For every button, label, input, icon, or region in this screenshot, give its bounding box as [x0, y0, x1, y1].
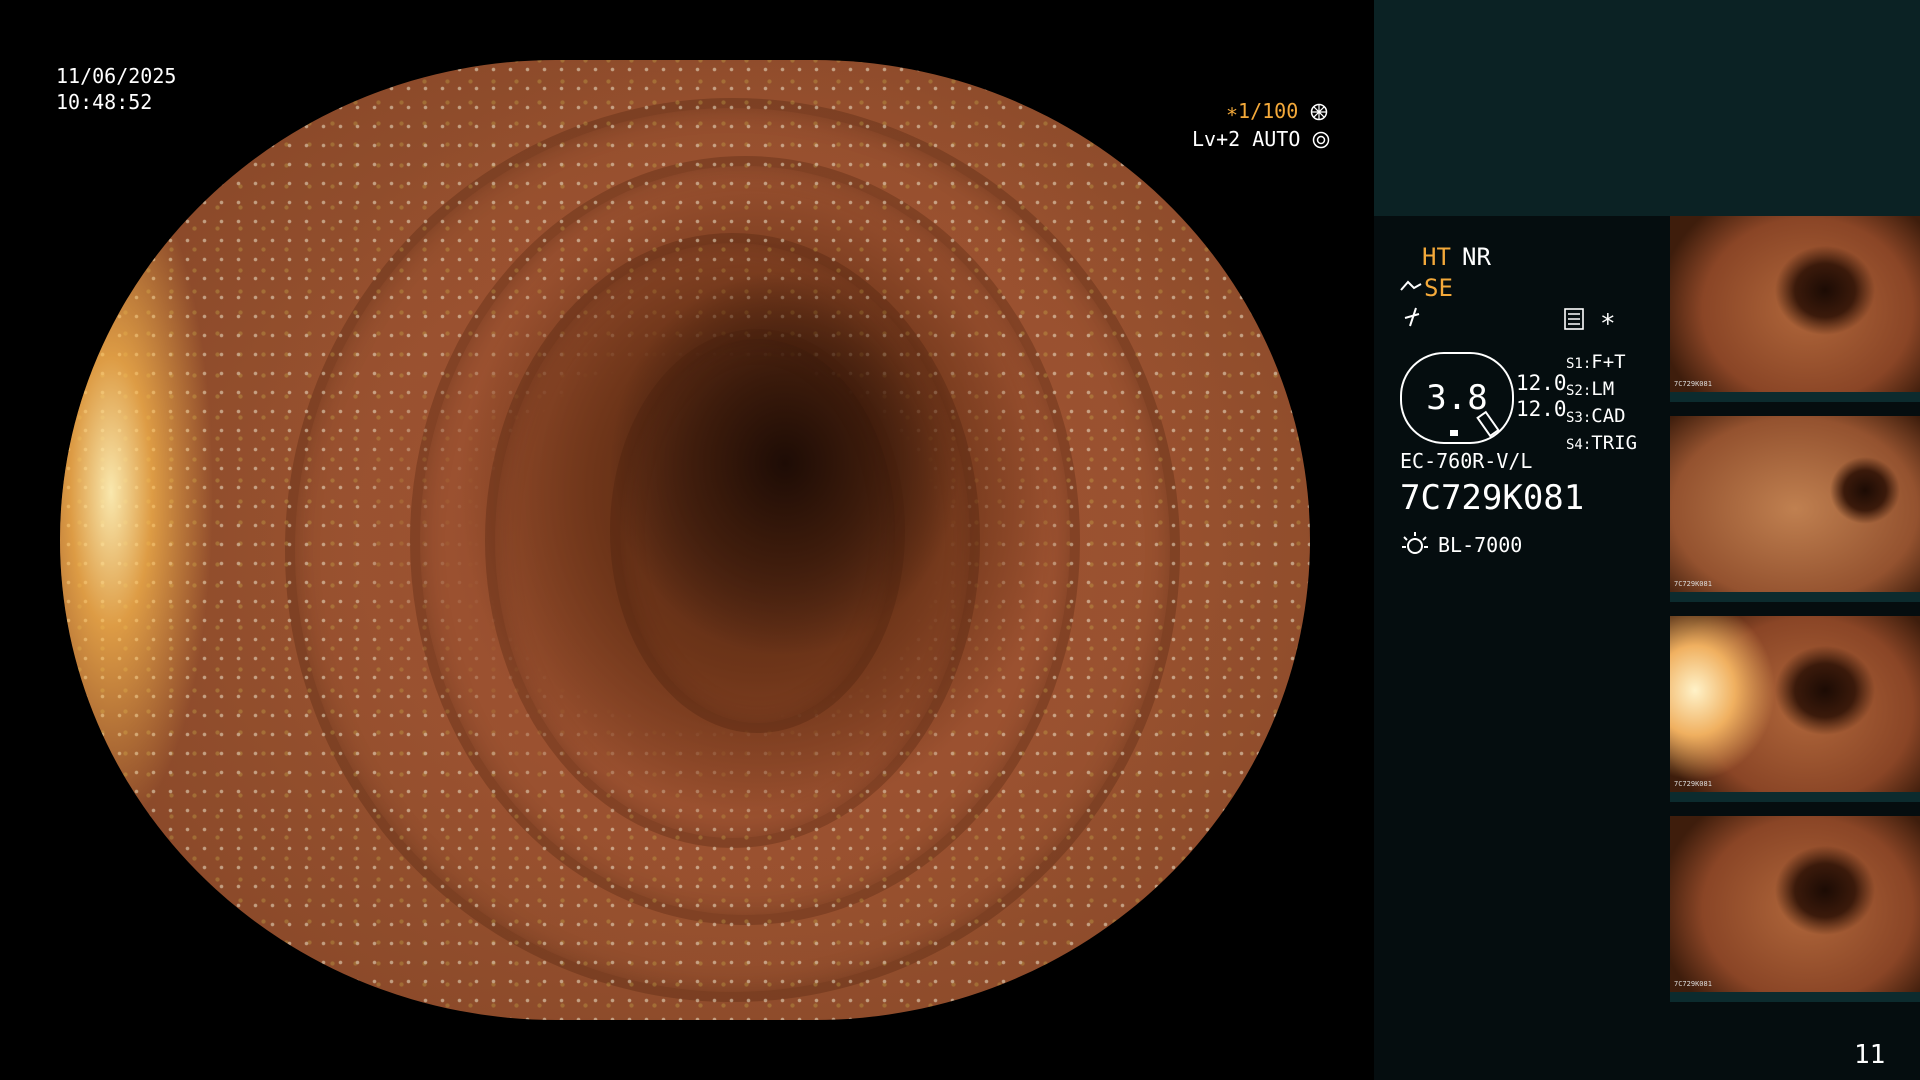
date-label: 11/06/2025	[56, 64, 177, 88]
endoscope-view	[60, 60, 1310, 1020]
thumbnail-caption: 7C729K081	[1674, 380, 1712, 388]
scope-model: EC-760R-V/L	[1400, 449, 1533, 473]
switch-value: CAD	[1591, 405, 1626, 427]
page-number: 11	[1854, 1040, 1886, 1070]
switch-value: TRIG	[1591, 432, 1638, 454]
switch-key: S4	[1566, 437, 1583, 453]
switch-key: S1	[1566, 356, 1583, 372]
switch-item: S2:LM	[1566, 377, 1637, 404]
switch-item: S4:TRIG	[1566, 431, 1637, 458]
gauge-top-value: 12.0	[1516, 371, 1567, 395]
thumbnail-3[interactable]: 7C729K081	[1670, 616, 1920, 802]
thumbnail-2[interactable]: 7C729K081	[1670, 416, 1920, 602]
switch-list: S1:F+T S2:LM S3:CAD S4:TRIG	[1566, 350, 1637, 458]
thumbnail-caption: 7C729K081	[1674, 980, 1712, 988]
bubble-texture	[60, 60, 1310, 1020]
level-label: Lv+2 AUTO	[1192, 126, 1330, 155]
thumbnail-caption: 7C729K081	[1674, 780, 1712, 788]
menu-icon	[1564, 308, 1584, 334]
switch-item: S1:F+T	[1566, 350, 1637, 377]
se-mode: SE	[1424, 274, 1453, 302]
switch-value: LM	[1591, 378, 1615, 400]
switch-key: S2	[1566, 383, 1583, 399]
scope-serial: 7C729K081	[1400, 478, 1585, 518]
time-label: 10:48:52	[56, 90, 153, 114]
switch-item: S3:CAD	[1566, 404, 1637, 431]
nr-mode: NR	[1462, 243, 1491, 271]
thumbnail-bar	[1670, 792, 1920, 802]
gauge-bottom-value: 12.0	[1516, 397, 1567, 421]
light-model: BL-7000	[1438, 533, 1523, 557]
thumbnail-1[interactable]: 7C729K081	[1670, 216, 1920, 402]
thumbnail-bar	[1670, 992, 1920, 1002]
freeze-icon	[1402, 306, 1422, 332]
thumbnail-bar	[1670, 592, 1920, 602]
thumbnail-caption: 7C729K081	[1674, 580, 1712, 588]
panel-header	[1374, 0, 1920, 216]
gauge-value: 3.8	[1426, 378, 1488, 418]
thumbnail-bar	[1670, 392, 1920, 402]
star-indicator: ∗	[1600, 304, 1616, 334]
ht-mode: HT	[1422, 243, 1451, 271]
thumbnail-4[interactable]: 7C729K081	[1670, 816, 1920, 1002]
gauge-mark	[1450, 430, 1458, 436]
switch-value: F+T	[1591, 351, 1626, 373]
light-glare	[60, 156, 230, 828]
edge-enhance-icon	[1400, 278, 1422, 302]
level-value: Lv+2 AUTO	[1192, 127, 1301, 151]
shutter-value: ∗1/100	[1226, 99, 1299, 123]
light-source-icon	[1400, 530, 1430, 564]
shutter-label: ∗1/100	[1226, 98, 1328, 127]
aperture-icon	[1310, 101, 1328, 127]
iris-icon	[1312, 129, 1330, 155]
zoom-gauge: 3.8	[1400, 352, 1514, 444]
switch-key: S3	[1566, 410, 1583, 426]
